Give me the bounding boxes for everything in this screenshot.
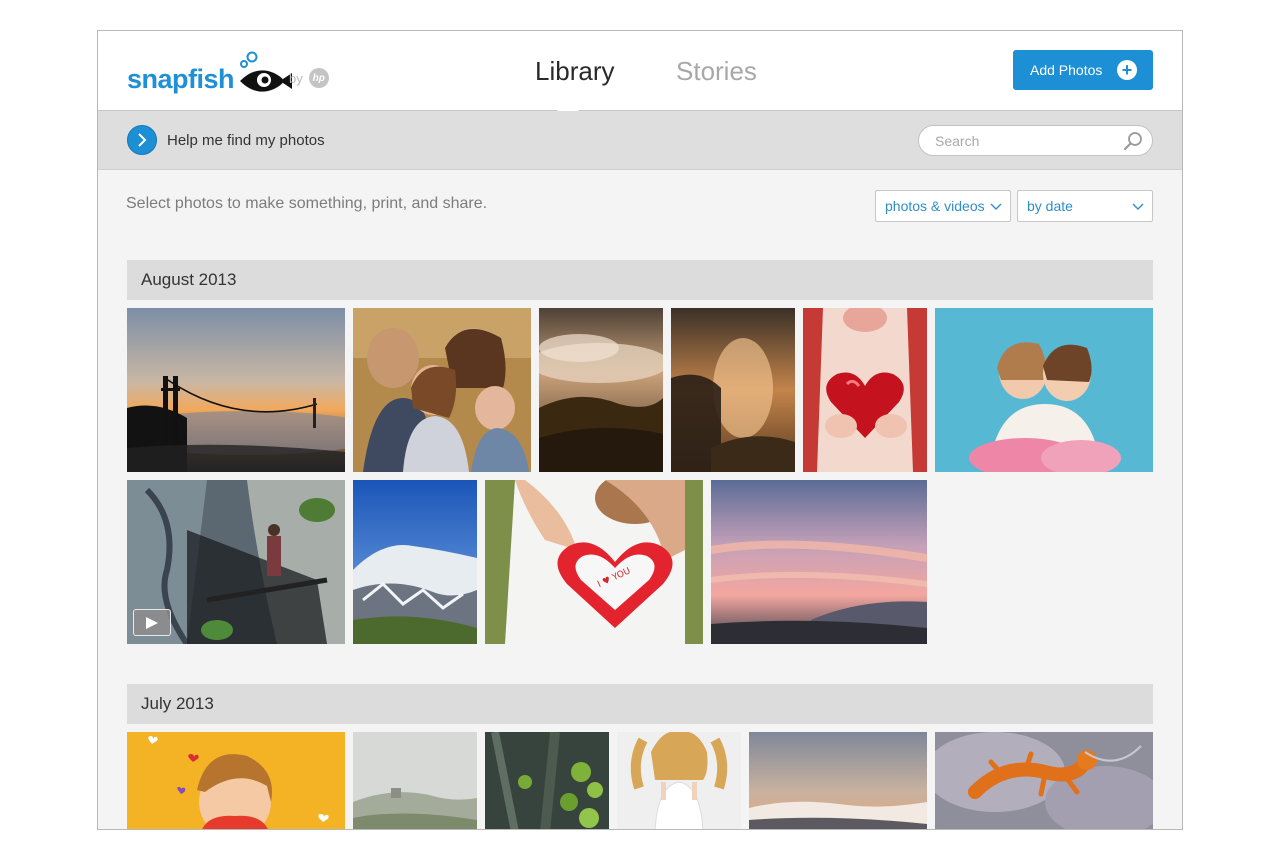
- photo-girl-white-dress[interactable]: [617, 732, 741, 829]
- by-label: by: [289, 70, 303, 86]
- add-photos-button[interactable]: Add Photos +: [1013, 50, 1153, 90]
- photo-misty-hillside[interactable]: [353, 732, 477, 829]
- photo-pink-sunset-city[interactable]: [711, 480, 927, 644]
- hp-logo-icon: hp: [308, 68, 329, 88]
- add-photos-label: Add Photos: [1030, 62, 1103, 78]
- chevron-down-icon: [990, 203, 1002, 210]
- photo-orange-salamander[interactable]: [935, 732, 1153, 829]
- media-type-select[interactable]: photos & videos: [875, 190, 1011, 222]
- plus-icon: +: [1117, 60, 1137, 80]
- photo-two-girls-hugging[interactable]: [935, 308, 1153, 472]
- sort-order-value: by date: [1027, 198, 1073, 214]
- photo-snowy-mountain[interactable]: [353, 480, 477, 644]
- photo-red-glitter-heart[interactable]: [803, 308, 927, 472]
- search-bar: Help me find my photos: [98, 111, 1182, 170]
- month-header-august-2013: August 2013: [127, 260, 1153, 300]
- by-hp-brand: by hp: [289, 68, 329, 88]
- page-subtitle: Select photos to make something, print, …: [126, 195, 488, 212]
- photo-golden-gate-sunset[interactable]: [127, 308, 345, 472]
- photo-mountain-stairs[interactable]: [127, 480, 345, 644]
- photo-clouds-over-hills[interactable]: [539, 308, 663, 472]
- search-icon[interactable]: [1123, 131, 1143, 151]
- tab-library[interactable]: Library: [535, 58, 614, 84]
- snapfish-logo[interactable]: snapfish: [127, 51, 293, 94]
- help-find-photos-button[interactable]: Help me find my photos: [127, 125, 325, 155]
- month-header-july-2013: July 2013: [127, 684, 1153, 724]
- video-play-icon[interactable]: [133, 609, 171, 636]
- app-window: snapfish by hp Library Stories Add Photo…: [97, 30, 1183, 830]
- logo-text: snapfish: [127, 64, 235, 94]
- top-header: snapfish by hp Library Stories Add Photo…: [98, 31, 1182, 111]
- photo-girl-with-hearts[interactable]: [127, 732, 345, 829]
- chevron-right-icon: [127, 125, 157, 155]
- search-input[interactable]: [918, 125, 1153, 156]
- photo-family-portrait[interactable]: [353, 308, 531, 472]
- fish-icon: [240, 51, 293, 92]
- chevron-down-icon: [1132, 203, 1144, 210]
- photo-i-love-you-daddy-heart[interactable]: I ♥ YOU: [485, 480, 703, 644]
- tab-stories[interactable]: Stories: [676, 58, 757, 84]
- photo-foggy-sunrise[interactable]: [671, 308, 795, 472]
- photo-clouds-at-dusk[interactable]: [749, 732, 927, 829]
- sort-order-select[interactable]: by date: [1017, 190, 1153, 222]
- help-label: Help me find my photos: [167, 131, 325, 149]
- media-type-value: photos & videos: [885, 198, 985, 214]
- photo-green-vine-wall[interactable]: [485, 732, 609, 829]
